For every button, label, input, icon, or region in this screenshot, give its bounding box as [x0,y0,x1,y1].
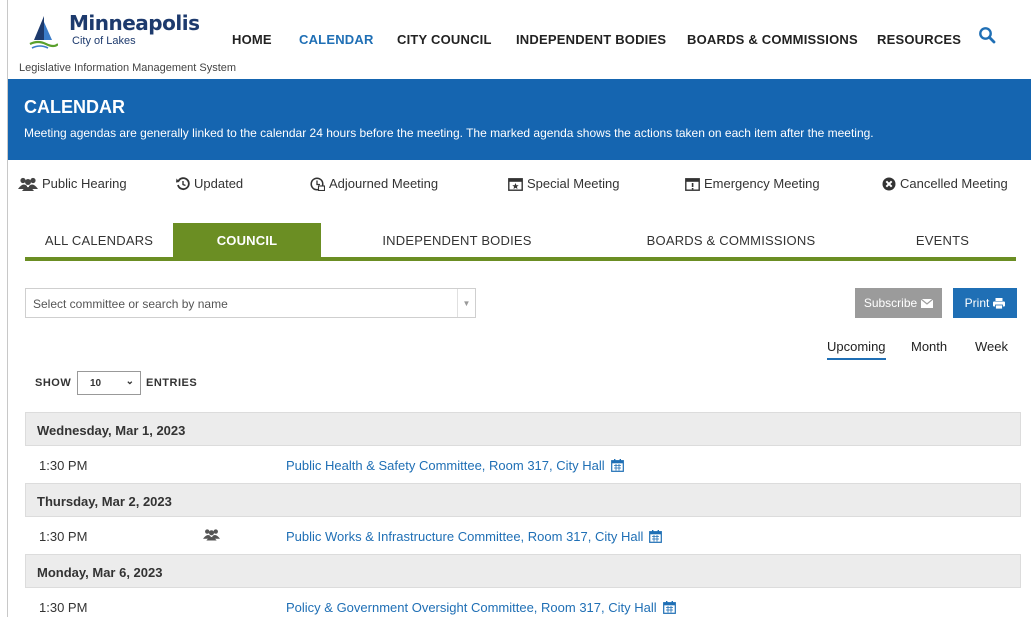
emergency-meeting-icon [685,177,700,191]
day-header-row: Wednesday, Mar 1, 2023 [25,412,1021,446]
legend-public-hearing: Public Hearing [18,176,127,191]
day-date: Wednesday, Mar 1, 2023 [37,423,186,438]
legend-label: Public Hearing [42,176,127,191]
event-title[interactable]: Policy & Government Oversight Committee,… [286,600,657,615]
minneapolis-logo[interactable] [28,14,58,50]
event-row: 1:30 PM Policy & Government Oversight Co… [25,589,1021,617]
special-meeting-icon [508,177,523,191]
event-row: 1:30 PM Public Works & Infrastructure Co… [25,518,1021,554]
print-button[interactable]: Print [953,288,1017,318]
chevron-down-icon[interactable]: ▼ [457,289,475,317]
entries-label: ENTRIES [146,377,198,389]
day-date: Thursday, Mar 2, 2023 [37,494,172,509]
public-hearing-icon [203,529,220,541]
envelope-icon [921,298,934,308]
legend-special-meeting: Special Meeting [508,176,620,191]
entries-select[interactable]: 10 ⌄ [77,371,141,395]
day-header-row: Thursday, Mar 2, 2023 [25,483,1021,517]
day-header-row: Monday, Mar 6, 2023 [25,554,1021,588]
legend-label: Adjourned Meeting [329,176,439,191]
public-hearing-icon [18,177,38,191]
system-name: Legislative Information Management Syste… [19,62,237,74]
tab-boards-commissions[interactable]: BOARDS & COMMISSIONS [593,223,869,257]
nav-calendar[interactable]: CALENDAR [299,32,374,47]
show-label: SHOW [35,377,72,389]
event-link[interactable]: Public Works & Infrastructure Committee,… [286,529,663,544]
nav-independent-bodies[interactable]: INDEPENDENT BODIES [516,32,666,47]
printer-icon [993,297,1006,309]
chevron-down-icon: ⌄ [125,376,134,387]
legend-adjourned: Adjourned Meeting [310,176,438,191]
banner-description: Meeting agendas are generally linked to … [24,126,874,140]
event-link[interactable]: Public Health & Safety Committee, Room 3… [286,458,624,473]
nav-home[interactable]: HOME [232,32,272,47]
event-title[interactable]: Public Works & Infrastructure Committee,… [286,529,643,544]
subscribe-button[interactable]: Subscribe [855,288,942,318]
event-row: 1:30 PM Public Health & Safety Committee… [25,447,1021,483]
event-time: 1:30 PM [39,458,88,473]
tab-events[interactable]: EVENTS [869,223,1016,257]
cancelled-icon [882,177,896,190]
legend-label: Cancelled Meeting [900,176,1008,191]
entries-value: 10 [90,378,102,389]
legend-emergency-meeting: Emergency Meeting [685,176,820,191]
calendar-tabs: ALL CALENDARS COUNCIL INDEPENDENT BODIES… [25,223,1016,261]
page-title: CALENDAR [24,97,125,117]
nav-resources[interactable]: RESOURCES [877,32,961,47]
calendar-icon[interactable] [662,601,676,614]
legend-label: Updated [194,176,244,191]
view-week[interactable]: Week [975,339,1008,354]
adjourned-icon [310,176,325,191]
calendar-icon[interactable] [649,530,663,543]
nav-boards-commissions[interactable]: BOARDS & COMMISSIONS [687,32,858,47]
event-time: 1:30 PM [39,600,88,615]
view-month[interactable]: Month [911,339,947,354]
legend-cancelled: Cancelled Meeting [882,176,1008,191]
brand-subtitle: City of Lakes [72,35,136,47]
tab-independent-bodies[interactable]: INDEPENDENT BODIES [321,223,593,257]
calendar-icon[interactable] [610,459,624,472]
legend-updated: Updated [176,176,243,191]
day-date: Monday, Mar 6, 2023 [37,565,163,580]
legend-label: Special Meeting [527,176,620,191]
committee-search-select[interactable]: Select committee or search by name ▼ [25,288,476,318]
view-upcoming[interactable]: Upcoming [827,339,886,360]
event-time: 1:30 PM [39,529,88,544]
updated-icon [176,176,190,190]
tab-council[interactable]: COUNCIL [173,223,321,257]
nav-city-council[interactable]: CITY COUNCIL [397,32,492,47]
legend-label: Emergency Meeting [704,176,820,191]
search-icon[interactable] [978,26,996,44]
tab-all-calendars[interactable]: ALL CALENDARS [25,223,173,257]
calendar-banner: CALENDAR Meeting agendas are generally l… [8,79,1031,160]
select-placeholder: Select committee or search by name [33,297,228,311]
subscribe-label: Subscribe [863,296,918,310]
event-link[interactable]: Policy & Government Oversight Committee,… [286,600,676,615]
event-title[interactable]: Public Health & Safety Committee, Room 3… [286,458,605,473]
print-label: Print [964,296,990,310]
site-header: Minneapolis City of Lakes Legislative In… [8,0,1031,79]
brand-title[interactable]: Minneapolis [69,11,200,35]
